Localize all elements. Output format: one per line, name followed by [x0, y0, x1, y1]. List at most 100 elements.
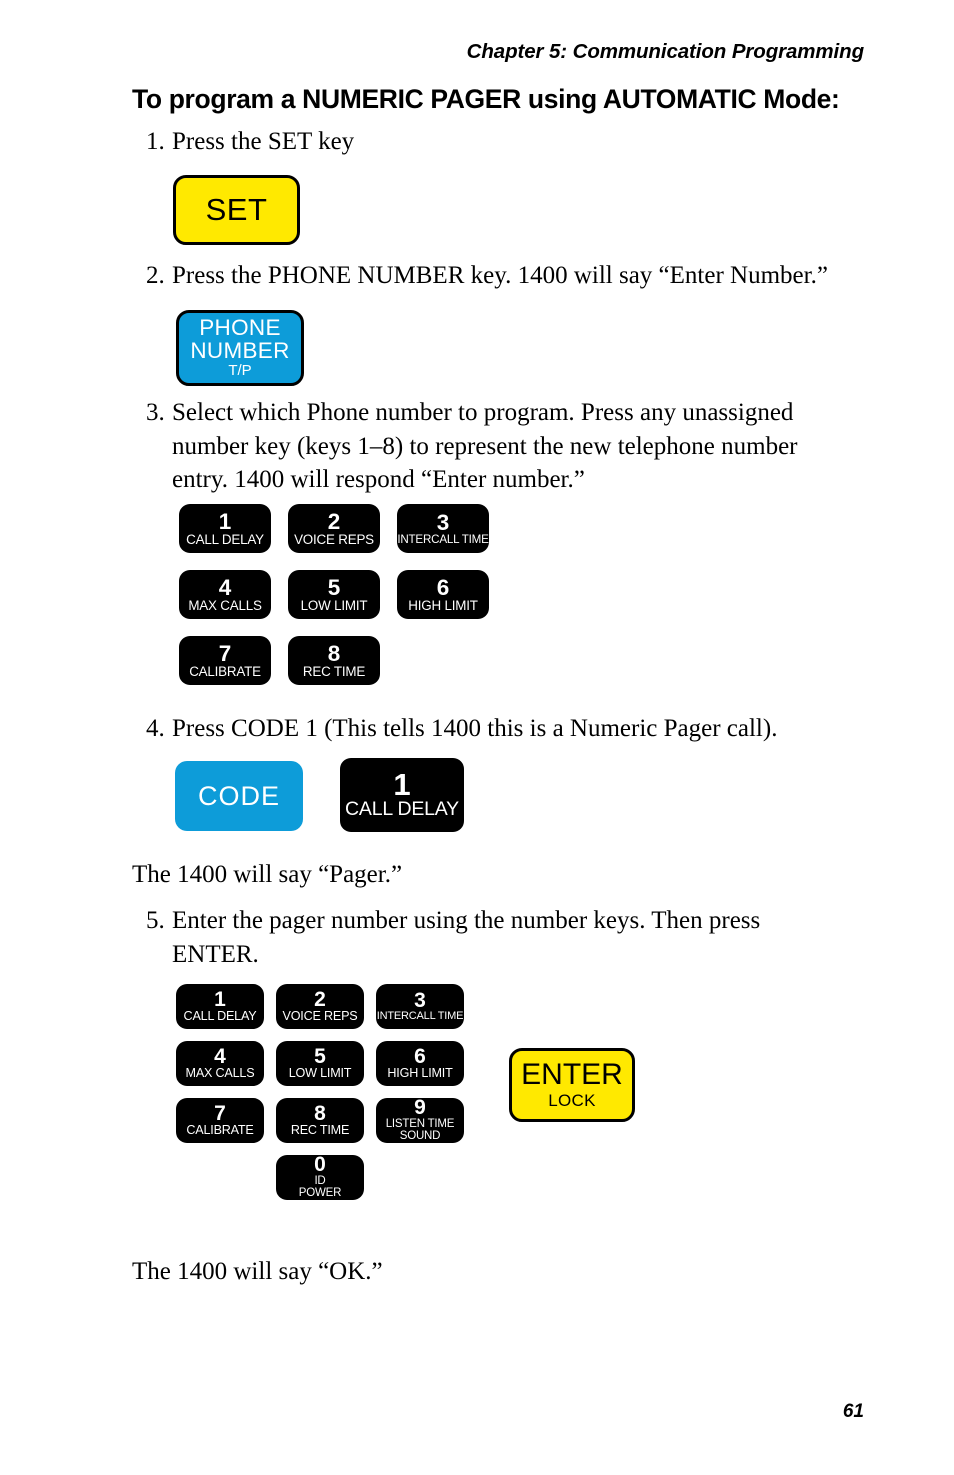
key-3[interactable]: 3 INTERCALL TIME [397, 504, 489, 553]
key-phone-number-line2: NUMBER [190, 338, 290, 364]
key-7-label: CALIBRATE [186, 1123, 254, 1138]
step-3-text: Select which Phone number to program. Pr… [172, 399, 798, 493]
key-9[interactable]: 9 LISTEN TIME SOUND [376, 1098, 464, 1143]
key-1[interactable]: 1 CALL DELAY [176, 984, 264, 1029]
key-9-label-line1: LISTEN TIME [385, 1117, 455, 1130]
note-ok: The 1400 will say “OK.” [132, 1255, 892, 1289]
step-3-line: 3. Select which Phone number to program.… [132, 396, 852, 497]
key-6-label: HIGH LIMIT [387, 1066, 453, 1081]
step-1: 1. Press the SET key [132, 125, 892, 159]
key-3[interactable]: 3 INTERCALL TIME [376, 984, 464, 1029]
step-5-line: 5. Enter the pager number using the numb… [132, 904, 832, 971]
key-enter[interactable]: ENTER LOCK [509, 1048, 635, 1122]
key-5-digit: 5 [314, 1045, 326, 1069]
step-3: 3. Select which Phone number to program.… [132, 396, 852, 497]
step-2-text: Press the PHONE NUMBER key. 1400 will sa… [172, 262, 828, 289]
key-4-label: MAX CALLS [185, 1066, 255, 1081]
key-2-label: VOICE REPS [294, 531, 374, 547]
key-3-label: INTERCALL TIME [397, 532, 489, 546]
key-5-digit: 5 [327, 575, 341, 600]
key-8[interactable]: 8 REC TIME [276, 1098, 364, 1143]
keypad-row: 1 CALL DELAY 2 VOICE REPS 3 INTERCALL TI… [179, 504, 506, 553]
step-1-number: 1. [146, 128, 165, 155]
key-9-digit: 9 [414, 1098, 426, 1120]
step-5-text: Enter the pager number using the number … [172, 907, 761, 968]
page-title: To program a NUMERIC PAGER using AUTOMAT… [132, 84, 840, 114]
key-0-label-line1: ID [314, 1174, 326, 1187]
step-5-number: 5. [146, 907, 165, 934]
key-1-digit: 1 [214, 988, 226, 1012]
manual-page: Chapter 5: Communication Programming To … [0, 0, 954, 1475]
key-code-1-digit: 1 [393, 767, 411, 803]
key-2[interactable]: 2 VOICE REPS [288, 504, 380, 553]
key-1-label: CALL DELAY [183, 1009, 257, 1024]
step-4-number: 4. [146, 715, 165, 742]
keypad-row: 4 MAX CALLS 5 LOW LIMIT 6 HIGH LIMIT [176, 1041, 476, 1086]
key-8[interactable]: 8 REC TIME [288, 636, 380, 685]
key-code[interactable]: CODE [175, 761, 303, 831]
key-5[interactable]: 5 LOW LIMIT [288, 570, 380, 619]
note-ok-text: The 1400 will say “OK.” [132, 1258, 383, 1285]
step-1-line: 1. Press the SET key [132, 125, 892, 159]
keypad-1-8: 1 CALL DELAY 2 VOICE REPS 3 INTERCALL TI… [179, 504, 506, 702]
note-pager: The 1400 will say “Pager.” [132, 858, 892, 892]
key-0[interactable]: 0 ID POWER [276, 1155, 364, 1200]
key-3-label: INTERCALL TIME [376, 1010, 464, 1023]
key-set[interactable]: SET [173, 175, 300, 245]
step-2-line: 2. Press the PHONE NUMBER key. 1400 will… [132, 259, 892, 293]
key-code-label: CODE [197, 780, 280, 811]
key-4[interactable]: 4 MAX CALLS [179, 570, 271, 619]
key-7[interactable]: 7 CALIBRATE [179, 636, 271, 685]
key-4-label: MAX CALLS [188, 597, 262, 613]
step-2-number: 2. [146, 262, 165, 289]
key-code-1[interactable]: 1 CALL DELAY [340, 758, 464, 832]
key-7[interactable]: 7 CALIBRATE [176, 1098, 264, 1143]
key-enter-line2: LOCK [548, 1090, 596, 1110]
key-5-label: LOW LIMIT [288, 1066, 352, 1081]
step-3-number: 3. [146, 399, 165, 426]
running-head: Chapter 5: Communication Programming [466, 40, 864, 63]
key-code-1-label: CALL DELAY [345, 798, 459, 821]
key-8-label: REC TIME [302, 663, 366, 679]
key-0-label-line2: POWER [298, 1186, 342, 1199]
keypad-row: 7 CALIBRATE 8 REC TIME [179, 636, 506, 685]
key-7-label: CALIBRATE [189, 663, 261, 679]
keypad-row: 1 CALL DELAY 2 VOICE REPS 3 INTERCALL TI… [176, 984, 476, 1029]
key-3-digit: 3 [436, 509, 450, 535]
key-6-digit: 6 [414, 1045, 426, 1069]
key-5[interactable]: 5 LOW LIMIT [276, 1041, 364, 1086]
key-phone-number-line1: PHONE [199, 315, 281, 341]
key-6[interactable]: 6 HIGH LIMIT [397, 570, 489, 619]
keypad-row: 0 ID POWER [276, 1155, 476, 1200]
key-6-label: HIGH LIMIT [408, 597, 478, 613]
key-1[interactable]: 1 CALL DELAY [179, 504, 271, 553]
note-pager-text: The 1400 will say “Pager.” [132, 861, 403, 888]
step-1-text: Press the SET key [172, 128, 355, 155]
key-4-digit: 4 [218, 575, 232, 600]
key-7-digit: 7 [218, 641, 232, 666]
key-phone-number-line3: T/P [228, 362, 252, 380]
keypad-row: 4 MAX CALLS 5 LOW LIMIT 6 HIGH LIMIT [179, 570, 506, 619]
key-2[interactable]: 2 VOICE REPS [276, 984, 364, 1029]
key-2-digit: 2 [314, 988, 326, 1012]
key-2-digit: 2 [327, 509, 341, 534]
step-2: 2. Press the PHONE NUMBER key. 1400 will… [132, 259, 892, 293]
step-5: 5. Enter the pager number using the numb… [132, 904, 832, 971]
key-4-digit: 4 [214, 1045, 226, 1069]
step-4-text: Press CODE 1 (This tells 1400 this is a … [172, 715, 778, 742]
key-enter-line1: ENTER [521, 1057, 623, 1091]
key-6[interactable]: 6 HIGH LIMIT [376, 1041, 464, 1086]
key-phone-number[interactable]: PHONE NUMBER T/P [176, 310, 304, 386]
keypad-row: 7 CALIBRATE 8 REC TIME 9 LISTEN TIME SOU… [176, 1098, 476, 1143]
key-4[interactable]: 4 MAX CALLS [176, 1041, 264, 1086]
keypad-0-9: 1 CALL DELAY 2 VOICE REPS 3 INTERCALL TI… [176, 984, 476, 1212]
key-3-digit: 3 [414, 988, 426, 1012]
key-0-digit: 0 [314, 1155, 326, 1177]
key-8-label: REC TIME [290, 1123, 350, 1138]
key-8-digit: 8 [327, 641, 341, 666]
step-4-line: 4. Press CODE 1 (This tells 1400 this is… [132, 712, 892, 746]
key-2-label: VOICE REPS [282, 1009, 358, 1024]
key-1-label: CALL DELAY [186, 531, 264, 547]
key-6-digit: 6 [436, 575, 450, 600]
step-4: 4. Press CODE 1 (This tells 1400 this is… [132, 712, 892, 746]
